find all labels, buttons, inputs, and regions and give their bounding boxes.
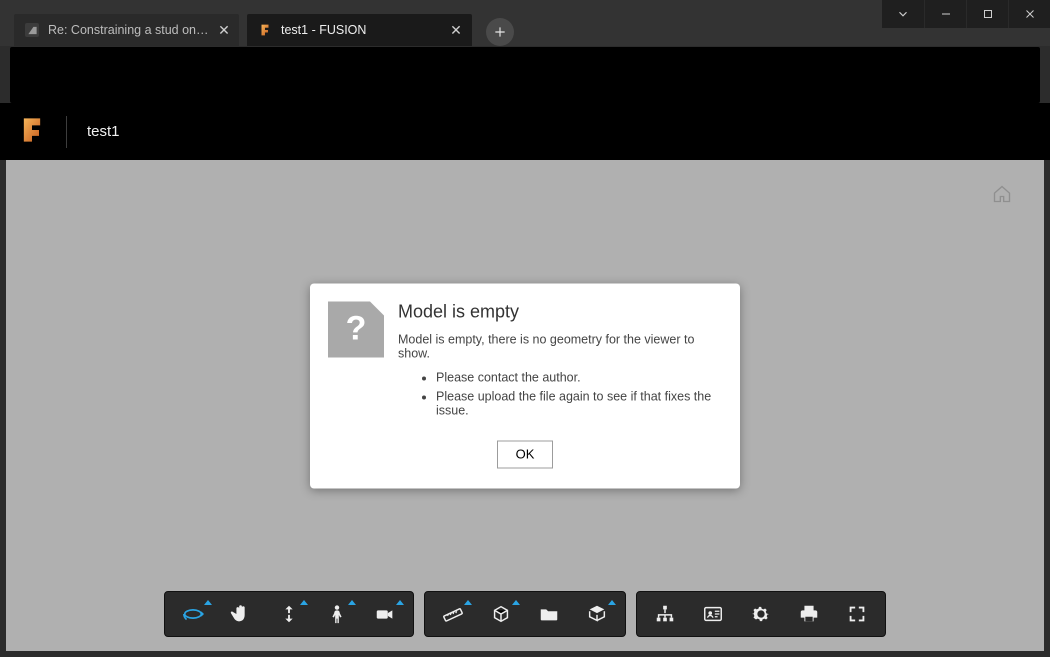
- gear-icon: [750, 603, 772, 625]
- print-button[interactable]: [785, 596, 833, 632]
- viewer-toolbar: [164, 591, 886, 637]
- dialog-title: Model is empty: [398, 301, 722, 322]
- folder-icon: [538, 603, 560, 625]
- person-icon: [326, 603, 348, 625]
- browser-tabs: Re: Constraining a stud on a wall ✕ test…: [0, 0, 514, 46]
- zoom-vert-icon: [278, 603, 300, 625]
- tree-button[interactable]: [641, 596, 689, 632]
- home-view-button[interactable]: [992, 184, 1012, 209]
- dialog-bullet: Please upload the file again to see if t…: [436, 389, 722, 417]
- ruler-icon: [442, 603, 464, 625]
- tab-label: Re: Constraining a stud on a wall: [48, 23, 209, 37]
- settings-button[interactable]: [737, 596, 785, 632]
- toolbar-group: [636, 591, 886, 637]
- expand-icon: [846, 603, 868, 625]
- section-button[interactable]: [477, 596, 525, 632]
- close-icon[interactable]: ✕: [217, 22, 231, 38]
- tab-forum-post[interactable]: Re: Constraining a stud on a wall ✕: [14, 14, 239, 46]
- home-icon: [992, 184, 1012, 204]
- tab-label: test1 - FUSION: [281, 23, 440, 37]
- model-empty-dialog: Model is empty Model is empty, there is …: [310, 283, 740, 488]
- ribbon-placeholder: [10, 47, 1040, 103]
- toolbar-group: [164, 591, 414, 637]
- question-file-icon: [328, 301, 384, 357]
- properties-button[interactable]: [689, 596, 737, 632]
- ok-button[interactable]: OK: [497, 440, 553, 468]
- separator: [66, 116, 67, 148]
- fusion-logo-icon: [18, 116, 46, 148]
- minimize-icon: [940, 8, 952, 20]
- app-window: Re: Constraining a stud on a wall ✕ test…: [0, 0, 1050, 657]
- dialog-message: Model is empty, there is no geometry for…: [398, 332, 722, 360]
- camera-icon: [374, 603, 396, 625]
- dialog-bullets: Please contact the author. Please upload…: [416, 370, 722, 417]
- window-minimize-button[interactable]: [924, 0, 966, 28]
- cube-slice-icon: [490, 603, 512, 625]
- cube-open-icon: [586, 603, 608, 625]
- title-bar: Re: Constraining a stud on a wall ✕ test…: [0, 0, 1050, 46]
- pan-button[interactable]: [217, 596, 265, 632]
- document-name: test1: [87, 123, 120, 140]
- plus-icon: [493, 25, 507, 39]
- close-icon: [1024, 8, 1036, 20]
- new-tab-button[interactable]: [486, 18, 514, 46]
- explode-button[interactable]: [525, 596, 573, 632]
- fusion-logo-icon: [257, 22, 273, 38]
- window-maximize-button[interactable]: [966, 0, 1008, 28]
- tab-fusion-viewer[interactable]: test1 - FUSION ✕: [247, 14, 472, 46]
- window-close-button[interactable]: [1008, 0, 1050, 28]
- window-dropdown-button[interactable]: [882, 0, 924, 28]
- id-card-icon: [702, 603, 724, 625]
- fullscreen-button[interactable]: [833, 596, 881, 632]
- hand-icon: [230, 603, 252, 625]
- dialog-bullet: Please contact the author.: [436, 370, 722, 384]
- camera-button[interactable]: [361, 596, 409, 632]
- orbit-icon: [182, 603, 204, 625]
- model-browser-button[interactable]: [573, 596, 621, 632]
- tab-favicon-autodesk: [24, 22, 40, 38]
- toolbar-group: [424, 591, 626, 637]
- viewer-canvas[interactable]: Model is empty Model is empty, there is …: [6, 160, 1044, 651]
- document-bar: test1: [0, 103, 1050, 160]
- orbit-button[interactable]: [169, 596, 217, 632]
- measure-button[interactable]: [429, 596, 477, 632]
- tree-icon: [654, 603, 676, 625]
- maximize-icon: [982, 8, 994, 20]
- walk-button[interactable]: [313, 596, 361, 632]
- chevron-down-icon: [896, 7, 910, 21]
- zoom-button[interactable]: [265, 596, 313, 632]
- close-icon[interactable]: ✕: [448, 22, 464, 38]
- window-controls: [882, 0, 1050, 28]
- printer-icon: [798, 603, 820, 625]
